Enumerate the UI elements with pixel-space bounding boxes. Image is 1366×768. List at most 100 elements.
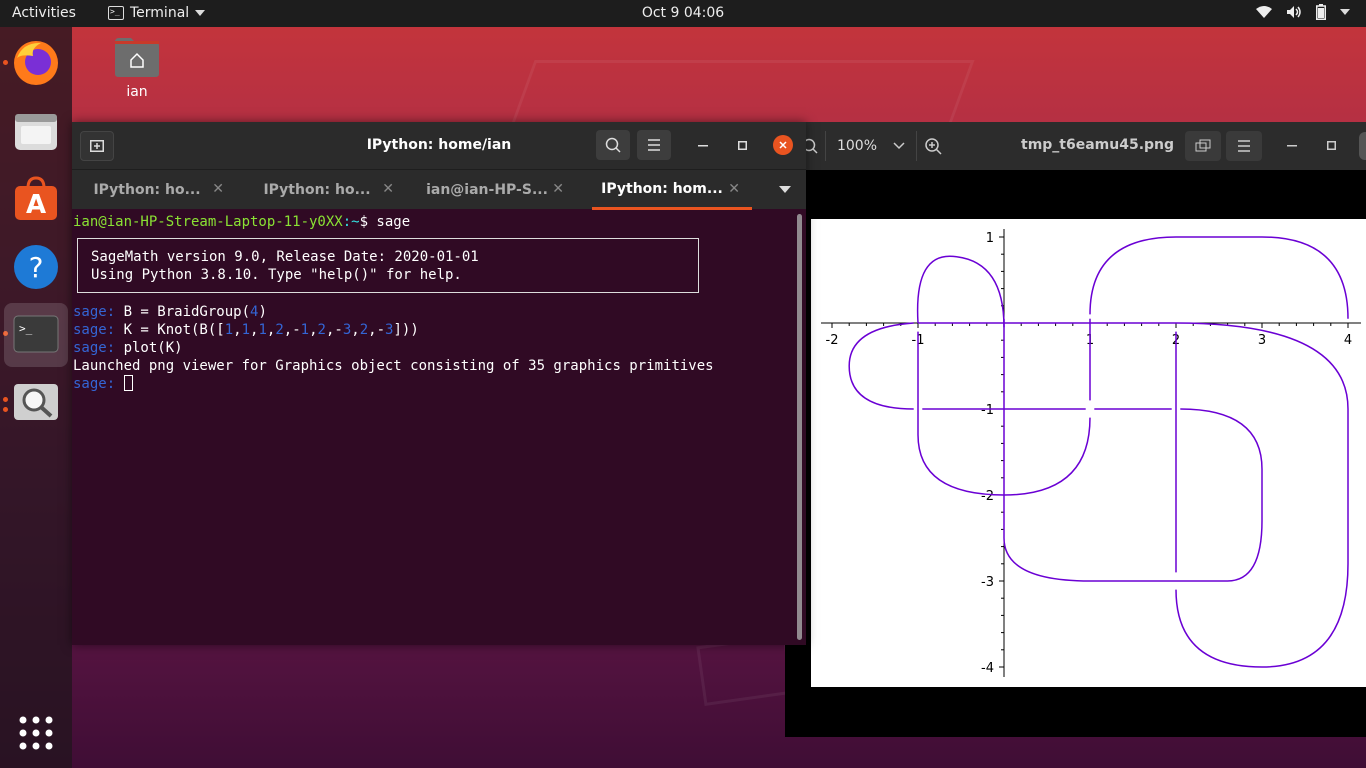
close-tab-icon[interactable]: ✕	[212, 181, 224, 197]
close-button[interactable]	[1359, 132, 1366, 160]
zoom-level-combo[interactable]: 100%	[825, 131, 917, 161]
help-launcher[interactable]: ?	[4, 235, 68, 299]
image-viewer-icon	[14, 384, 58, 420]
chevron-down-icon	[195, 10, 206, 16]
tab-label: IPython: ho...	[263, 182, 371, 198]
terminal-line: ian@ian-HP-Stream-Laptop-11-y0XX:~$ sage	[73, 213, 410, 231]
terminal-menu-button[interactable]	[637, 130, 671, 160]
sage-prompt: sage:	[73, 376, 124, 392]
chevron-down-icon	[893, 142, 905, 150]
firefox-launcher[interactable]	[4, 31, 68, 95]
hamburger-icon	[648, 139, 660, 151]
terminal-tab[interactable]: IPython: ho... ✕	[72, 170, 242, 210]
y-tick-label: -4	[981, 661, 994, 676]
plot-ticks: -2 -1 1 2 3 41-1-2-3-4	[826, 231, 1353, 676]
search-button[interactable]	[596, 130, 630, 160]
terminal-tab[interactable]: IPython: ho... ✕	[242, 170, 412, 210]
y-tick-label: -3	[981, 575, 994, 590]
knot-plot-svg: -2 -1 1 2 3 41-1-2-3-4	[821, 229, 1361, 677]
firefox-icon	[14, 41, 58, 85]
command: K = Knot(B([	[123, 322, 225, 338]
x-tick-label: -2	[826, 333, 839, 348]
braid-word: 1,1,1,2,-1,2,-3,2,-3	[224, 322, 394, 338]
image-viewer-title: tmp_t6eamu45.png	[1021, 137, 1175, 153]
sage-banner: SageMath version 9.0, Release Date: 2020…	[77, 238, 699, 293]
image-viewer-window: 100% tmp_t6eamu45.png -2 -1 1 2 3 4 1 -1 -2 -3 -4	[785, 122, 1366, 737]
close-tab-icon[interactable]: ✕	[382, 181, 394, 197]
terminal-line: sage: B = BraidGroup(4)	[73, 303, 267, 321]
show-apps-button[interactable]	[4, 701, 68, 765]
app-grid-icon	[19, 716, 53, 750]
terminal-tab-active[interactable]: IPython: hom... ✕	[592, 170, 752, 210]
close-button[interactable]	[773, 135, 793, 155]
clock[interactable]: Oct 9 04:06	[642, 5, 724, 21]
app-menu[interactable]: >_ Terminal	[108, 5, 206, 21]
command: $ sage	[359, 214, 411, 230]
home-folder-label: ian	[126, 84, 148, 100]
maximize-icon[interactable]	[1327, 141, 1336, 150]
y-tick-label: -1	[981, 403, 994, 418]
sage-prompt: sage:	[73, 340, 124, 356]
terminal-tab-bar: IPython: ho... ✕ IPython: ho... ✕ ian@ian-…	[72, 169, 806, 210]
braid-generator: 1	[224, 322, 234, 338]
banner-line: Using Python 3.8.10. Type "help()" for h…	[91, 267, 462, 283]
image-viewer-headerbar: 100% tmp_t6eamu45.png	[785, 122, 1366, 170]
minimize-icon[interactable]	[698, 145, 708, 147]
tab-label: ian@ian-HP-S...	[426, 182, 548, 198]
user-host: ian@ian-HP-Stream-Laptop-11-y0XX	[73, 214, 343, 230]
battery-icon	[1316, 4, 1326, 20]
banner-line: SageMath version 9.0, Release Date: 2020…	[91, 249, 479, 265]
terminal-window: IPython: home/ian IPython: ho... ✕ IPytho…	[72, 122, 806, 645]
close-tab-icon[interactable]: ✕	[728, 181, 740, 197]
files-icon	[15, 114, 57, 150]
minimize-icon[interactable]	[1287, 145, 1297, 147]
terminal-scrollbar[interactable]	[797, 214, 802, 640]
svg-text:>_: >_	[19, 322, 33, 335]
search-icon	[605, 137, 621, 153]
tab-list-chevron-icon[interactable]	[779, 186, 791, 194]
terminal-content[interactable]: ian@ian-HP-Stream-Laptop-11-y0XX:~$ sage…	[72, 210, 800, 645]
text-cursor	[123, 375, 133, 391]
terminal-app-icon: >_	[13, 315, 59, 353]
braid-generator: 2	[359, 322, 369, 338]
terminal-output: Launched png viewer for Graphics object …	[73, 358, 714, 374]
terminal-line: sage: plot(K)	[73, 339, 183, 357]
help-icon: ?	[14, 245, 58, 289]
knot-curve	[848, 236, 1349, 668]
maximize-icon[interactable]	[738, 141, 747, 150]
software-launcher[interactable]: A	[4, 167, 68, 231]
terminal-headerbar: IPython: home/ian	[72, 122, 806, 169]
activities-button[interactable]: Activities	[12, 5, 76, 21]
viewer-menu-button[interactable]	[1226, 131, 1262, 161]
svg-text:?: ?	[29, 251, 44, 284]
ubuntu-software-icon: A	[15, 176, 57, 220]
terminal-line: sage:	[73, 375, 133, 393]
hamburger-icon	[1238, 140, 1250, 152]
system-tray[interactable]	[1256, 4, 1350, 20]
close-icon	[779, 141, 787, 149]
command: )	[258, 304, 267, 320]
braid-generator: 3	[342, 322, 352, 338]
terminal-title: IPython: home/ian	[366, 137, 512, 153]
home-folder-icon	[115, 38, 159, 77]
home-folder-desktop-icon[interactable]: ian	[108, 36, 166, 100]
tab-label: IPython: ho...	[93, 182, 201, 198]
files-launcher[interactable]	[4, 99, 68, 163]
terminal-line: sage: K = Knot(B([1,1,1,2,-1,2,-3,2,-3])…	[73, 321, 419, 339]
command: plot(K)	[123, 340, 183, 356]
braid-generator: 2	[275, 322, 284, 338]
sage-prompt: sage:	[73, 322, 124, 338]
image-viewer-launcher[interactable]	[4, 371, 68, 435]
gallery-button[interactable]	[1185, 131, 1221, 161]
system-menu-chevron-icon	[1340, 9, 1350, 15]
braid-generator: 1	[300, 322, 310, 338]
terminal-launcher[interactable]: >_	[4, 303, 68, 367]
x-tick-label: 4	[1344, 333, 1352, 348]
close-tab-icon[interactable]: ✕	[552, 181, 564, 197]
zoom-level: 100%	[836, 138, 878, 154]
command: ]))	[393, 322, 419, 338]
zoom-in-icon[interactable]	[924, 137, 942, 155]
knot-strand	[916, 255, 1005, 328]
svg-text:A: A	[26, 190, 46, 220]
terminal-tab[interactable]: ian@ian-HP-S... ✕	[412, 170, 582, 210]
